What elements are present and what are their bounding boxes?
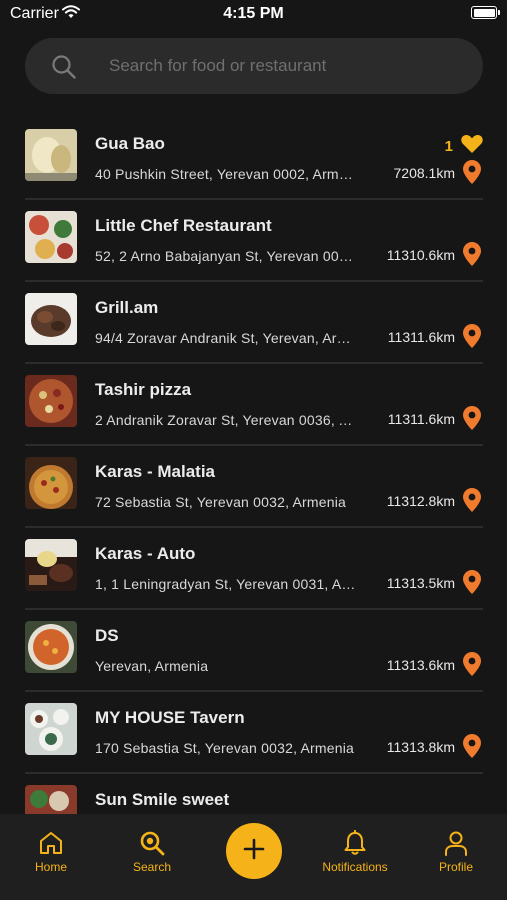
bell-icon <box>343 829 367 857</box>
restaurant-row[interactable]: DS Yerevan, Armenia 11313.6km <box>25 610 483 692</box>
restaurant-name: Grill.am <box>95 298 159 317</box>
search-icon <box>139 829 165 857</box>
restaurant-row[interactable]: Tashir pizza 2 Andranik Zoravar St, Yere… <box>25 364 483 446</box>
search-icon <box>51 54 77 85</box>
favorite-counter[interactable]: 1 <box>445 134 483 158</box>
restaurant-name: DS <box>95 626 119 645</box>
clock-time: 4:15 PM <box>223 5 284 22</box>
tab-search-label: Search <box>132 860 172 874</box>
restaurant-distance: 11311.6km <box>387 411 455 427</box>
restaurant-distance: 11312.8km <box>386 493 455 509</box>
restaurant-distance: 11311.6km <box>387 329 455 345</box>
restaurant-thumbnail <box>25 375 77 427</box>
restaurant-address: 1, 1 Leningradyan St, Yerevan 0031, Arme… <box>95 576 357 592</box>
restaurant-list: Gua Bao 40 Pushkin Street, Yerevan 0002,… <box>25 118 483 856</box>
heart-icon <box>461 134 483 158</box>
restaurant-row[interactable]: Karas - Malatia 72 Sebastia St, Yerevan … <box>25 446 483 528</box>
restaurant-address: 40 Pushkin Street, Yerevan 0002, Armenia <box>95 166 357 182</box>
restaurant-name: Little Chef Restaurant <box>95 216 272 235</box>
search-bar[interactable] <box>25 38 483 94</box>
restaurant-row[interactable]: Little Chef Restaurant 52, 2 Arno Babaja… <box>25 200 483 282</box>
restaurant-address: 2 Andranik Zoravar St, Yerevan 0036, Arm… <box>95 412 357 428</box>
restaurant-name: Karas - Malatia <box>95 462 215 481</box>
plus-icon <box>242 837 266 866</box>
location-pin-icon[interactable] <box>463 242 481 271</box>
restaurant-address: 94/4 Zoravar Andranik St, Yerevan, Armen… <box>95 330 357 346</box>
home-icon <box>38 829 64 857</box>
restaurant-distance: 11313.6km <box>386 657 455 673</box>
restaurant-thumbnail <box>25 211 77 263</box>
tab-notifications-label: Notifications <box>322 860 388 874</box>
restaurant-address: 170 Sebastia St, Yerevan 0032, Armenia <box>95 740 355 756</box>
tab-search[interactable]: Search <box>121 814 183 900</box>
tab-home-label: Home <box>34 860 67 874</box>
restaurant-distance: 7208.1km <box>393 165 455 181</box>
restaurant-name: Karas - Auto <box>95 544 196 563</box>
location-pin-icon[interactable] <box>463 488 481 517</box>
location-pin-icon[interactable] <box>463 734 481 763</box>
location-pin-icon[interactable] <box>463 652 481 681</box>
add-button[interactable] <box>226 823 282 879</box>
search-input[interactable] <box>109 38 469 94</box>
tab-home[interactable]: Home <box>21 814 81 900</box>
restaurant-name: Gua Bao <box>95 134 165 153</box>
restaurant-row[interactable]: Karas - Auto 1, 1 Leningradyan St, Yerev… <box>25 528 483 610</box>
restaurant-distance: 11313.8km <box>386 739 455 755</box>
restaurant-address: Yerevan, Armenia <box>95 658 209 674</box>
location-pin-icon[interactable] <box>463 570 481 599</box>
restaurant-address: 52, 2 Arno Babajanyan St, Yerevan 0037, … <box>95 248 357 264</box>
restaurant-distance: 11313.5km <box>386 575 455 591</box>
tab-notifications[interactable]: Notifications <box>306 814 404 900</box>
tab-profile[interactable]: Profile <box>426 814 486 900</box>
status-bar: Carrier 4:15 PM <box>0 0 507 30</box>
restaurant-distance: 11310.6km <box>386 247 455 263</box>
battery-icon <box>471 6 500 19</box>
location-pin-icon[interactable] <box>463 406 481 435</box>
restaurant-thumbnail <box>25 129 77 181</box>
restaurant-thumbnail <box>25 539 77 591</box>
tab-profile-label: Profile <box>438 860 473 874</box>
restaurant-thumbnail <box>25 621 77 673</box>
restaurant-row[interactable]: Grill.am 94/4 Zoravar Andranik St, Yerev… <box>25 282 483 364</box>
restaurant-thumbnail <box>25 703 77 755</box>
restaurant-name: MY HOUSE Tavern <box>95 708 245 727</box>
restaurant-thumbnail <box>25 457 77 509</box>
restaurant-address: 72 Sebastia St, Yerevan 0032, Armenia <box>95 494 347 510</box>
location-pin-icon[interactable] <box>463 324 481 353</box>
restaurant-row[interactable]: MY HOUSE Tavern 170 Sebastia St, Yerevan… <box>25 692 483 774</box>
restaurant-row[interactable]: Gua Bao 40 Pushkin Street, Yerevan 0002,… <box>25 118 483 200</box>
restaurant-name: Sun Smile sweet <box>95 790 230 809</box>
favorite-count: 1 <box>444 137 453 155</box>
restaurant-name: Tashir pizza <box>95 380 192 399</box>
user-icon <box>444 829 468 857</box>
location-pin-icon[interactable] <box>463 160 481 189</box>
restaurant-thumbnail <box>25 293 77 345</box>
